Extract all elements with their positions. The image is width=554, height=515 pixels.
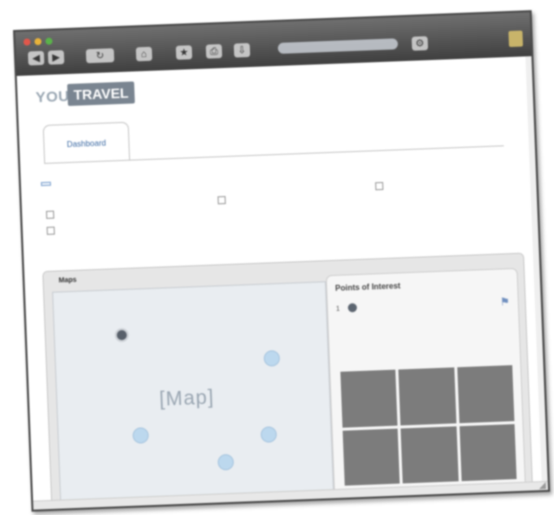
poi-title: Points of Interest bbox=[334, 281, 401, 293]
option-third[interactable] bbox=[217, 196, 229, 205]
poi-marker-icon bbox=[347, 303, 358, 313]
map-marker-selected[interactable] bbox=[114, 327, 130, 343]
reload-icon[interactable]: ↻ bbox=[85, 48, 115, 64]
minimize-window-button[interactable] bbox=[34, 37, 42, 46]
option-first[interactable] bbox=[45, 210, 57, 219]
poi-photo[interactable] bbox=[459, 423, 517, 482]
home-icon[interactable]: ⌂ bbox=[135, 46, 153, 62]
poi-number: 1 bbox=[335, 305, 341, 313]
poi-photo[interactable] bbox=[400, 425, 459, 484]
poi-description bbox=[337, 319, 505, 325]
view-tab-maps[interactable]: Maps bbox=[59, 277, 77, 285]
browser-window: ◀ ▶ ↻ ⌂ ★ ⎙ ⇩ ⚙ YOU TRAVEL Dashboard Map… bbox=[13, 10, 551, 512]
flag-icon[interactable]: ⚑ bbox=[500, 295, 510, 308]
brand-you: YOU bbox=[35, 87, 70, 107]
tab-dashboard[interactable]: Dashboard bbox=[42, 121, 131, 164]
poi-photo[interactable] bbox=[456, 365, 515, 423]
option-second[interactable] bbox=[46, 226, 58, 235]
map-marker[interactable] bbox=[217, 453, 235, 471]
screenshot-photo: ◀ ▶ ↻ ⌂ ★ ⎙ ⇩ ⚙ YOU TRAVEL Dashboard Map… bbox=[13, 10, 551, 512]
poi-photo[interactable] bbox=[340, 369, 398, 428]
resize-grip-icon[interactable] bbox=[538, 481, 547, 490]
brand-travel: TRAVEL bbox=[67, 81, 135, 107]
back-icon[interactable]: ◀ bbox=[27, 50, 45, 66]
close-window-button[interactable] bbox=[23, 38, 31, 46]
window-controls bbox=[23, 37, 53, 46]
poi-photo-grid bbox=[340, 365, 517, 486]
web-page: YOU TRAVEL Dashboard Maps [Map] Points o… bbox=[16, 56, 549, 512]
checkbox[interactable] bbox=[217, 196, 226, 205]
view-tabs: Maps bbox=[54, 276, 87, 285]
map-marker[interactable] bbox=[132, 427, 149, 444]
zoom-window-button[interactable] bbox=[45, 37, 53, 45]
poi-photo[interactable] bbox=[398, 367, 457, 425]
checkbox[interactable] bbox=[45, 210, 55, 219]
downloads-icon[interactable]: ⇩ bbox=[233, 42, 251, 58]
map-area[interactable]: [Map] bbox=[52, 281, 335, 506]
filter-sentence bbox=[40, 163, 511, 195]
option-right[interactable] bbox=[375, 181, 386, 191]
checkbox[interactable] bbox=[375, 181, 384, 191]
results-panel: Maps [Map] Points of Interest 1 ⚑ bbox=[42, 252, 534, 512]
main-tabs: Dashboard bbox=[42, 107, 504, 165]
settings-icon[interactable]: ⚙ bbox=[411, 36, 429, 51]
checkbox[interactable] bbox=[46, 226, 55, 235]
extension-icon[interactable] bbox=[508, 30, 524, 48]
filter-dropdown[interactable] bbox=[40, 181, 52, 187]
bookmark-icon[interactable]: ★ bbox=[175, 45, 193, 60]
address-bar[interactable] bbox=[277, 38, 399, 54]
forward-icon[interactable]: ▶ bbox=[47, 50, 65, 65]
poi-photo[interactable] bbox=[342, 428, 401, 486]
map-marker[interactable] bbox=[263, 350, 281, 367]
print-icon[interactable]: ⎙ bbox=[205, 44, 223, 59]
map-marker[interactable] bbox=[260, 426, 278, 443]
map-placeholder: [Map] bbox=[158, 386, 215, 411]
points-of-interest-panel: Points of Interest 1 ⚑ bbox=[325, 267, 527, 498]
